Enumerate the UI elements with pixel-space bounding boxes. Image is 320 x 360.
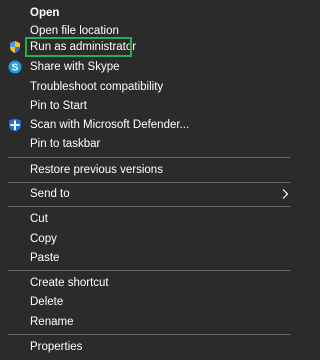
menu-item-troubleshoot-compatibility[interactable]: Troubleshoot compatibility <box>0 77 298 97</box>
menu-item-share-with-skype[interactable]: S Share with Skype <box>0 57 298 77</box>
menu-item-rename[interactable]: Rename <box>0 312 298 332</box>
menu-item-label: Properties <box>30 341 83 353</box>
menu-item-paste[interactable]: Paste <box>0 248 298 268</box>
menu-item-copy[interactable]: Copy <box>0 229 298 249</box>
menu-item-send-to[interactable]: Send to <box>0 184 298 204</box>
menu-item-label: Restore previous versions <box>30 164 163 176</box>
menu-item-delete[interactable]: Delete <box>0 292 298 312</box>
menu-item-label: Open <box>30 7 60 19</box>
menu-item-pin-to-start[interactable]: Pin to Start <box>0 96 298 116</box>
menu-item-properties[interactable]: Properties <box>0 337 298 357</box>
menu-separator <box>8 206 290 207</box>
menu-item-label: Copy <box>30 233 57 245</box>
uac-shield-icon <box>8 40 22 54</box>
menu-item-label: Rename <box>30 316 74 328</box>
menu-item-label: Pin to taskbar <box>30 138 101 150</box>
menu-separator <box>8 182 290 183</box>
menu-item-open[interactable]: Open <box>0 3 298 23</box>
skype-icon: S <box>8 60 22 74</box>
menu-separator <box>8 157 290 158</box>
menu-separator <box>8 270 290 271</box>
menu-item-restore-previous-versions[interactable]: Restore previous versions <box>0 160 298 180</box>
menu-item-label: Share with Skype <box>30 61 120 73</box>
svg-text:S: S <box>12 63 19 74</box>
menu-item-scan-with-defender[interactable]: Scan with Microsoft Defender... <box>0 115 298 135</box>
defender-shield-icon <box>8 118 22 132</box>
highlight-box <box>25 37 132 57</box>
chevron-right-icon <box>280 184 290 204</box>
menu-item-create-shortcut[interactable]: Create shortcut <box>0 273 298 293</box>
menu-item-pin-to-taskbar[interactable]: Pin to taskbar <box>0 134 298 154</box>
menu-item-label: Create shortcut <box>30 277 109 289</box>
menu-item-label: Send to <box>30 188 70 200</box>
menu-item-label: Pin to Start <box>30 100 87 112</box>
menu-item-label: Scan with Microsoft Defender... <box>30 119 190 131</box>
menu-separator <box>8 334 290 335</box>
menu-item-label: Cut <box>30 213 48 225</box>
menu-item-cut[interactable]: Cut <box>0 209 298 229</box>
menu-item-label: Delete <box>30 296 64 308</box>
menu-item-label: Troubleshoot compatibility <box>30 81 164 93</box>
context-menu: Open Open file location Run as administr… <box>0 0 298 360</box>
menu-item-label: Paste <box>30 252 60 264</box>
